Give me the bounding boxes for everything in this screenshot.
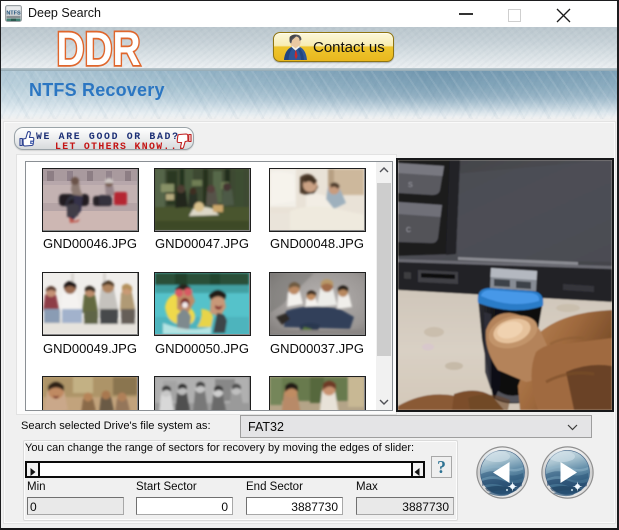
svg-text:DDR: DDR bbox=[57, 24, 141, 70]
svg-text:NTFS: NTFS bbox=[6, 11, 21, 17]
